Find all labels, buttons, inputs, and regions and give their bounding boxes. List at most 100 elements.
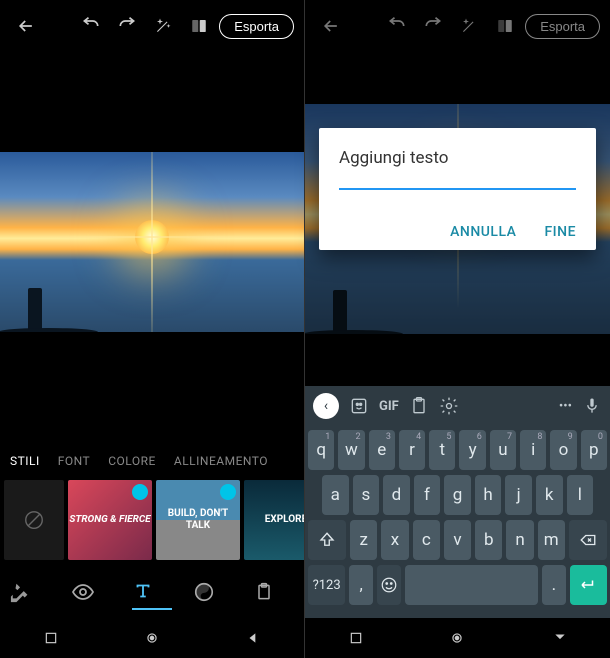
mic-icon[interactable] <box>582 396 602 416</box>
top-toolbar: Esporta <box>0 0 304 52</box>
key-d[interactable]: d <box>383 475 410 515</box>
lighthouse-graphic <box>333 290 347 334</box>
key-n[interactable]: n <box>506 520 533 560</box>
comma-key[interactable]: , <box>349 565 373 605</box>
effects-tool-icon[interactable] <box>193 581 233 609</box>
nav-home-icon[interactable] <box>145 631 159 645</box>
key-b[interactable]: b <box>475 520 502 560</box>
android-nav-bar <box>0 618 304 658</box>
redo-icon[interactable] <box>111 10 143 42</box>
keyboard-row-2: asdfghjkl <box>308 475 607 515</box>
more-icon[interactable]: ••• <box>559 399 572 414</box>
keyboard-toolbar: ‹ GIF ••• <box>305 386 610 426</box>
collapse-icon[interactable]: ‹ <box>313 393 339 419</box>
undo-icon <box>381 10 413 42</box>
tab-alignment[interactable]: ALLINEAMENTO <box>174 454 268 468</box>
key-s[interactable]: s <box>353 475 380 515</box>
text-tool-icon[interactable] <box>132 580 172 610</box>
image-canvas[interactable] <box>0 152 304 332</box>
key-h[interactable]: h <box>475 475 502 515</box>
compare-icon <box>489 10 521 42</box>
key-r[interactable]: r4 <box>399 430 425 470</box>
premium-badge-icon <box>132 484 148 500</box>
gif-button[interactable]: GIF <box>379 399 399 414</box>
add-text-dialog: Aggiungi testo ANNULLA FINE <box>319 128 596 250</box>
style-none[interactable] <box>4 480 64 560</box>
backspace-key[interactable] <box>569 520 607 560</box>
export-button: Esporta <box>525 14 600 39</box>
nav-keyboard-down-icon[interactable] <box>552 631 566 645</box>
key-l[interactable]: l <box>567 475 594 515</box>
soft-keyboard: ‹ GIF ••• q1w2e3r4t5y6u7i8o9p0 asdfghjkl… <box>305 386 610 618</box>
key-x[interactable]: x <box>381 520 408 560</box>
clipboard-icon[interactable] <box>409 396 429 416</box>
key-i[interactable]: i8 <box>520 430 546 470</box>
editor-screen: Esporta STILI FONT COLORE ALLINEAMENTO S… <box>0 0 305 658</box>
nav-home-icon[interactable] <box>450 631 464 645</box>
keyboard-row-3: zxcvbnm <box>308 520 607 560</box>
key-a[interactable]: a <box>322 475 349 515</box>
nav-recents-icon[interactable] <box>349 631 363 645</box>
text-input[interactable] <box>339 188 576 190</box>
key-q[interactable]: q1 <box>308 430 334 470</box>
nav-recents-icon[interactable] <box>44 631 58 645</box>
symbols-key[interactable]: ?123 <box>308 565 345 605</box>
top-toolbar: Esporta <box>305 0 610 52</box>
settings-icon[interactable] <box>439 396 459 416</box>
key-t[interactable]: t5 <box>429 430 455 470</box>
style-label: BUILD, DON'T TALK <box>156 508 240 532</box>
heal-tool-icon[interactable] <box>10 581 50 609</box>
text-tabs: STILI FONT COLORE ALLINEAMENTO <box>0 454 304 468</box>
key-y[interactable]: y6 <box>459 430 485 470</box>
clipboard-tool-icon[interactable] <box>254 582 294 608</box>
tab-font[interactable]: FONT <box>58 454 90 468</box>
key-j[interactable]: j <box>505 475 532 515</box>
key-u[interactable]: u7 <box>490 430 516 470</box>
android-nav-bar <box>305 618 610 658</box>
key-m[interactable]: m <box>538 520 565 560</box>
key-e[interactable]: e3 <box>369 430 395 470</box>
eye-tool-icon[interactable] <box>71 580 111 610</box>
keyboard-row-1: q1w2e3r4t5y6u7i8o9p0 <box>308 430 607 470</box>
sun-graphic <box>135 220 169 254</box>
premium-badge-icon <box>220 484 236 500</box>
tab-styles[interactable]: STILI <box>10 454 40 468</box>
lighthouse-graphic <box>28 288 42 332</box>
style-tile[interactable]: STRONG & FIERCE <box>68 480 152 560</box>
key-z[interactable]: z <box>350 520 377 560</box>
key-p[interactable]: p0 <box>581 430 607 470</box>
magic-wand-icon[interactable] <box>147 10 179 42</box>
cancel-button[interactable]: ANNULLA <box>450 224 516 240</box>
bottom-tool-row <box>0 572 304 618</box>
key-c[interactable]: c <box>413 520 440 560</box>
back-icon[interactable] <box>315 10 347 42</box>
key-o[interactable]: o9 <box>550 430 576 470</box>
add-text-screen: Esporta Aggiungi testo ANNULLA FINE ‹ GI… <box>305 0 610 658</box>
dialog-title: Aggiungi testo <box>339 148 576 168</box>
nav-back-icon[interactable] <box>246 631 260 645</box>
done-button[interactable]: FINE <box>544 224 576 240</box>
shift-key[interactable] <box>308 520 346 560</box>
sticker-icon[interactable] <box>349 396 369 416</box>
key-w[interactable]: w2 <box>338 430 364 470</box>
style-tile[interactable]: BUILD, DON'T TALK <box>156 480 240 560</box>
style-label: STRONG & FIERCE <box>69 514 150 526</box>
period-key[interactable]: . <box>542 565 566 605</box>
back-icon[interactable] <box>10 10 42 42</box>
keyboard-row-4: ?123 , . <box>308 565 607 605</box>
enter-key[interactable] <box>570 565 607 605</box>
space-key[interactable] <box>405 565 538 605</box>
key-f[interactable]: f <box>414 475 441 515</box>
key-k[interactable]: k <box>536 475 563 515</box>
magic-wand-icon <box>453 10 485 42</box>
compare-icon[interactable] <box>183 10 215 42</box>
tab-color[interactable]: COLORE <box>108 454 156 468</box>
undo-icon[interactable] <box>75 10 107 42</box>
emoji-key[interactable] <box>377 565 401 605</box>
styles-row: STRONG & FIERCE BUILD, DON'T TALK EXPLOR… <box>0 480 304 564</box>
key-g[interactable]: g <box>444 475 471 515</box>
redo-icon <box>417 10 449 42</box>
style-tile[interactable]: EXPLORE <box>244 480 304 560</box>
export-button[interactable]: Esporta <box>219 14 294 39</box>
key-v[interactable]: v <box>444 520 471 560</box>
